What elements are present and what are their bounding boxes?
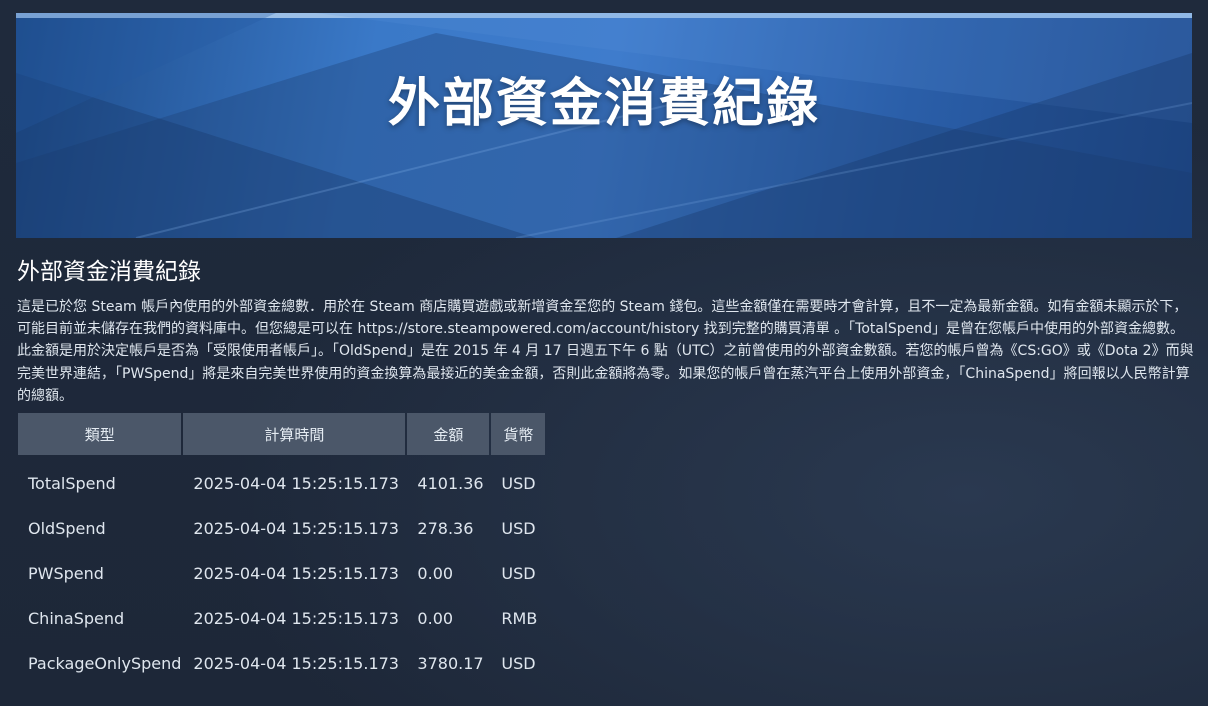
cell-amount: 0.00 — [417, 564, 454, 583]
cell-type: PackageOnlySpend — [28, 654, 182, 673]
table-row: PackageOnlySpend 2025-04-04 15:25:15.173… — [18, 641, 545, 686]
page-title: 外部資金消費紀錄 — [17, 259, 201, 285]
cell-currency: RMB — [501, 609, 538, 628]
cell-amount: 4101.36 — [417, 474, 484, 493]
column-header-currency: 貨幣 — [491, 413, 546, 455]
cell-type: TotalSpend — [28, 474, 116, 493]
cell-time: 2025-04-04 15:25:15.173 — [193, 654, 399, 673]
cell-currency: USD — [501, 654, 536, 673]
cell-time: 2025-04-04 15:25:15.173 — [193, 474, 399, 493]
table-row: TotalSpend 2025-04-04 15:25:15.173 4101.… — [18, 455, 545, 506]
column-header-time: 計算時間 — [183, 413, 406, 455]
cell-time: 2025-04-04 15:25:15.173 — [193, 519, 399, 538]
cell-time: 2025-04-04 15:25:15.173 — [193, 564, 399, 583]
cell-currency: USD — [501, 519, 536, 538]
header-banner: 外部資金消費紀錄 — [16, 13, 1192, 238]
cell-type: PWSpend — [28, 564, 104, 583]
cell-amount: 3780.17 — [417, 654, 484, 673]
cell-currency: USD — [501, 564, 536, 583]
cell-time: 2025-04-04 15:25:15.173 — [193, 609, 399, 628]
description-text: 這是已於您 Steam 帳戶內使用的外部資金總數．用於在 Steam 商店購買遊… — [17, 299, 1194, 404]
banner-title: 外部資金消費紀錄 — [387, 74, 820, 134]
cell-amount: 278.36 — [417, 519, 474, 538]
column-header-amount: 金額 — [407, 413, 490, 455]
cell-currency: USD — [501, 474, 536, 493]
cell-type: OldSpend — [28, 519, 106, 538]
cell-amount: 0.00 — [417, 609, 454, 628]
table-row: PWSpend 2025-04-04 15:25:15.173 0.00 USD — [18, 551, 545, 596]
spend-history-table: 類型 計算時間 金額 貨幣 TotalSpend 2025-04-04 15:2… — [16, 413, 547, 686]
column-header-type: 類型 — [18, 413, 182, 455]
table-row: ChinaSpend 2025-04-04 15:25:15.173 0.00 … — [18, 596, 545, 641]
table-row: OldSpend 2025-04-04 15:25:15.173 278.36 … — [18, 506, 545, 551]
cell-type: ChinaSpend — [28, 609, 125, 628]
table-header-row: 類型 計算時間 金額 貨幣 — [18, 413, 546, 455]
